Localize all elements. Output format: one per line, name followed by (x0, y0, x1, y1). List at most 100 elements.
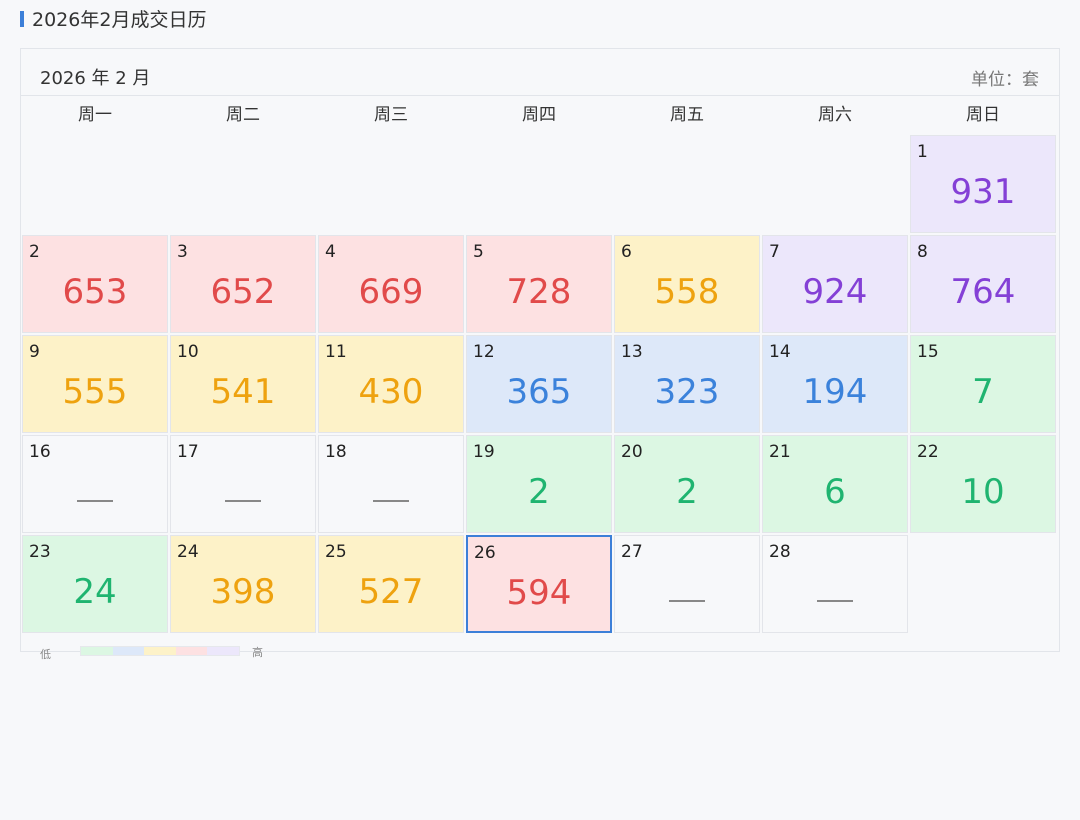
deal-count: 6 (824, 472, 846, 512)
day-number: 25 (325, 542, 347, 562)
day-cell-6[interactable]: 6 558 (614, 235, 760, 333)
day-number: 18 (325, 442, 347, 462)
day-cell-13[interactable]: 13 323 (614, 335, 760, 433)
color-legend: 低 高 (40, 644, 280, 661)
deal-count: 931 (950, 172, 1016, 212)
deal-count: 558 (654, 272, 720, 312)
day-cell-23[interactable]: 23 24 (22, 535, 168, 633)
weekday-sat: 周六 (818, 105, 852, 125)
day-number: 10 (177, 342, 199, 362)
day-cell-4[interactable]: 4 669 (318, 235, 464, 333)
day-cell-15[interactable]: 15 7 (910, 335, 1056, 433)
legend-swatch-blue (112, 647, 145, 655)
day-cell-1[interactable]: 1 931 (910, 135, 1056, 233)
day-number: 7 (769, 242, 780, 262)
legend-swatch-yellow (144, 647, 176, 655)
day-number: 8 (917, 242, 928, 262)
deal-count: 2 (676, 472, 698, 512)
no-data-dash (77, 500, 113, 502)
day-cell-12[interactable]: 12 365 (466, 335, 612, 433)
day-number: 27 (621, 542, 643, 562)
page-title: 2026年2月成交日历 (20, 5, 206, 32)
day-number: 5 (473, 242, 484, 262)
day-number: 1 (917, 142, 928, 162)
day-number: 24 (177, 542, 199, 562)
day-number: 17 (177, 442, 199, 462)
day-cell-22[interactable]: 22 10 (910, 435, 1056, 533)
day-cell-8[interactable]: 8 764 (910, 235, 1056, 333)
deal-count: 2 (528, 472, 550, 512)
legend-gradient (80, 646, 240, 656)
weekday-mon: 周一 (78, 105, 112, 125)
day-cell-20[interactable]: 20 2 (614, 435, 760, 533)
day-number: 16 (29, 442, 51, 462)
day-number: 28 (769, 542, 791, 562)
day-number: 20 (621, 442, 643, 462)
calendar-header: 2026 年 2 月 单位：套 (21, 49, 1059, 96)
day-cell-3[interactable]: 3 652 (170, 235, 316, 333)
day-number: 12 (473, 342, 495, 362)
deal-count: 541 (210, 372, 276, 412)
weekday-row: 周一 周二 周三 周四 周五 周六 周日 (21, 96, 1059, 134)
deal-count: 430 (358, 372, 424, 412)
deal-count: 10 (961, 472, 1005, 512)
day-number: 6 (621, 242, 632, 262)
deal-count: 652 (210, 272, 276, 312)
unit-label: 单位：套 (971, 70, 1039, 90)
day-cell-10[interactable]: 10 541 (170, 335, 316, 433)
deal-count: 323 (654, 372, 720, 412)
day-cell-21[interactable]: 21 6 (762, 435, 908, 533)
day-number: 3 (177, 242, 188, 262)
day-cell-2[interactable]: 2 653 (22, 235, 168, 333)
day-cell-18[interactable]: 18 (318, 435, 464, 533)
legend-swatch-purple (207, 647, 239, 655)
deal-count: 594 (506, 573, 572, 613)
day-cell-24[interactable]: 24 398 (170, 535, 316, 633)
title-accent-bar (20, 10, 24, 27)
day-number: 14 (769, 342, 791, 362)
weekday-thu: 周四 (522, 105, 556, 125)
day-cell-17[interactable]: 17 (170, 435, 316, 533)
day-cell-26[interactable]: 26 594 (466, 535, 612, 633)
no-data-dash (225, 500, 261, 502)
day-number: 21 (769, 442, 791, 462)
day-number: 22 (917, 442, 939, 462)
deal-count: 398 (210, 572, 276, 612)
day-cell-7[interactable]: 7 924 (762, 235, 908, 333)
legend-low-label: 低 (40, 648, 51, 661)
deal-count: 194 (802, 372, 868, 412)
deal-count: 555 (62, 372, 128, 412)
deal-count: 7 (972, 372, 994, 412)
day-cell-9[interactable]: 9 555 (22, 335, 168, 433)
day-cell-16[interactable]: 16 (22, 435, 168, 533)
day-cell-14[interactable]: 14 194 (762, 335, 908, 433)
weekday-wed: 周三 (374, 105, 408, 125)
no-data-dash (669, 600, 705, 602)
page-title-text: 2026年2月成交日历 (32, 9, 207, 31)
no-data-dash (817, 600, 853, 602)
day-cell-19[interactable]: 19 2 (466, 435, 612, 533)
calendar-panel: 2026 年 2 月 单位：套 周一 周二 周三 周四 周五 周六 周日 1 93… (20, 48, 1060, 652)
day-cell-28[interactable]: 28 (762, 535, 908, 633)
deal-count: 924 (802, 272, 868, 312)
deal-count: 653 (62, 272, 128, 312)
day-number: 23 (29, 542, 51, 562)
day-number: 4 (325, 242, 336, 262)
legend-swatch-green (81, 647, 113, 655)
day-cell-27[interactable]: 27 (614, 535, 760, 633)
day-number: 19 (473, 442, 495, 462)
weekday-tue: 周二 (226, 105, 260, 125)
day-cell-11[interactable]: 11 430 (318, 335, 464, 433)
day-number: 13 (621, 342, 643, 362)
day-number: 11 (325, 342, 347, 362)
deal-count: 527 (358, 572, 424, 612)
weekday-fri: 周五 (670, 105, 704, 125)
day-number: 15 (917, 342, 939, 362)
deal-count: 764 (950, 272, 1016, 312)
deal-count: 365 (506, 372, 572, 412)
day-number: 26 (474, 543, 496, 563)
day-cell-25[interactable]: 25 527 (318, 535, 464, 633)
month-label: 2026 年 2 月 (40, 68, 151, 89)
day-cell-5[interactable]: 5 728 (466, 235, 612, 333)
deal-count: 669 (358, 272, 424, 312)
